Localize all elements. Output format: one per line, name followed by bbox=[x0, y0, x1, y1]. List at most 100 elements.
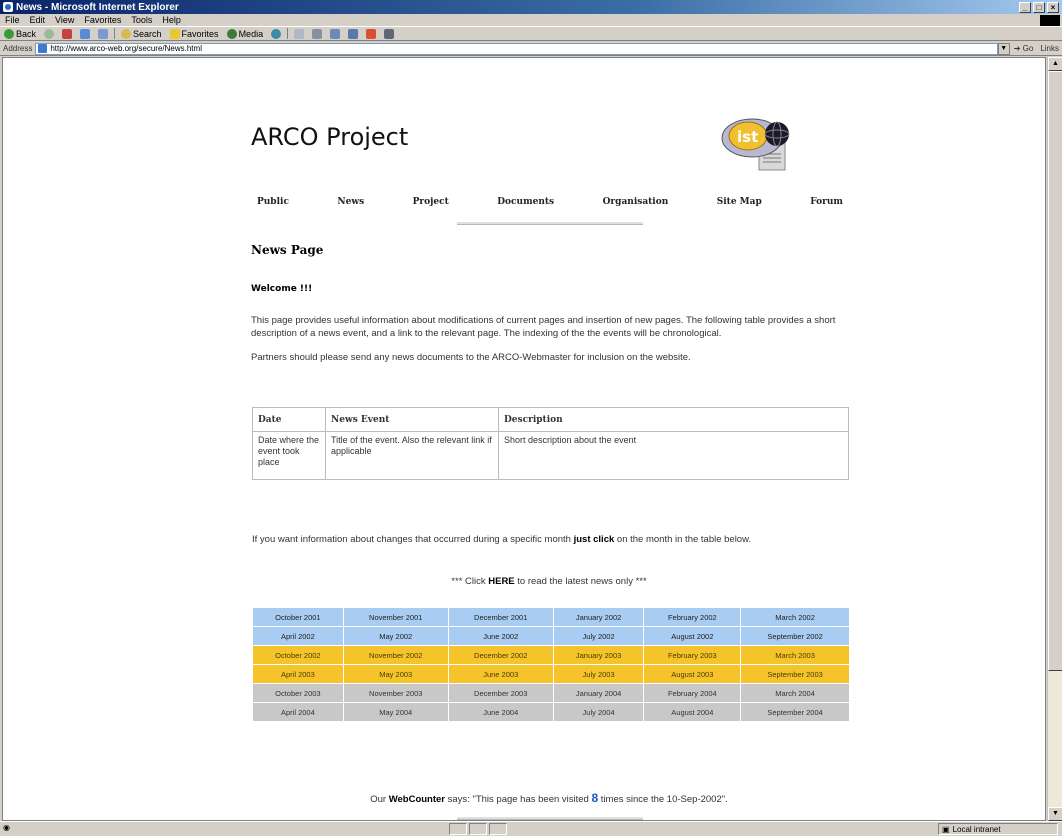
month-info-text: If you want information about changes th… bbox=[252, 534, 574, 545]
ist-logo[interactable]: ist bbox=[715, 112, 805, 174]
month-row: October 2002 November 2002 December 2002… bbox=[252, 645, 850, 665]
minimize-button[interactable]: _ bbox=[1019, 1, 1031, 13]
header-news-event: News Event bbox=[325, 407, 499, 432]
menu-edit[interactable]: Edit bbox=[25, 15, 51, 25]
month-link[interactable]: August 2003 bbox=[643, 664, 742, 684]
month-link[interactable]: September 2003 bbox=[740, 664, 850, 684]
maximize-button[interactable]: □ bbox=[1033, 1, 1045, 13]
month-info-paragraph: If you want information about changes th… bbox=[252, 534, 852, 546]
month-link[interactable]: April 2004 bbox=[252, 702, 344, 722]
home-icon bbox=[98, 28, 109, 39]
menu-view[interactable]: View bbox=[50, 15, 79, 25]
nav-project[interactable]: Project bbox=[413, 197, 449, 207]
go-button[interactable]: ➔ Go bbox=[1010, 44, 1038, 53]
print-button[interactable] bbox=[308, 28, 326, 39]
toolbar: Back Search Favorites Media bbox=[0, 27, 1062, 41]
month-link[interactable]: May 2004 bbox=[342, 702, 449, 722]
nav-site-map[interactable]: Site Map bbox=[717, 197, 762, 207]
address-dropdown-icon[interactable]: ▼ bbox=[997, 42, 1010, 55]
month-link[interactable]: February 2004 bbox=[643, 683, 742, 703]
back-button[interactable]: Back bbox=[0, 28, 40, 39]
menu-tools[interactable]: Tools bbox=[126, 15, 157, 25]
scroll-up-icon[interactable]: ▲ bbox=[1048, 57, 1062, 71]
menu-file[interactable]: File bbox=[0, 15, 25, 25]
month-link[interactable]: August 2002 bbox=[643, 626, 742, 646]
edit-icon bbox=[330, 28, 341, 39]
discuss-button[interactable] bbox=[344, 28, 362, 39]
month-link[interactable]: July 2004 bbox=[552, 702, 645, 722]
month-link[interactable]: July 2002 bbox=[552, 626, 645, 646]
intro-paragraph: This page provides useful information ab… bbox=[251, 315, 836, 339]
messenger-button[interactable] bbox=[362, 28, 380, 39]
page-icon bbox=[38, 44, 48, 53]
month-link[interactable]: February 2002 bbox=[643, 607, 742, 627]
vertical-scrollbar[interactable]: ▲ ▼ bbox=[1047, 57, 1062, 821]
links-button[interactable]: Links bbox=[1037, 44, 1062, 53]
month-link[interactable]: November 2003 bbox=[342, 683, 449, 703]
month-link[interactable]: March 2004 bbox=[740, 683, 850, 703]
toolbar-separator bbox=[287, 28, 289, 39]
research-button[interactable] bbox=[380, 28, 398, 39]
month-link[interactable]: January 2004 bbox=[552, 683, 645, 703]
month-link[interactable]: July 2003 bbox=[552, 664, 645, 684]
month-link[interactable]: May 2003 bbox=[342, 664, 449, 684]
messenger-icon bbox=[366, 28, 377, 39]
month-link[interactable]: November 2001 bbox=[342, 607, 449, 627]
just-click-text: just click bbox=[573, 534, 615, 545]
nav-news[interactable]: News bbox=[337, 197, 364, 207]
home-button[interactable] bbox=[94, 28, 112, 39]
menu-help[interactable]: Help bbox=[157, 15, 186, 25]
search-button[interactable]: Search bbox=[117, 28, 166, 39]
history-button[interactable] bbox=[267, 28, 285, 39]
mail-button[interactable] bbox=[290, 28, 308, 39]
month-link[interactable]: April 2002 bbox=[252, 626, 344, 646]
month-link[interactable]: January 2002 bbox=[552, 607, 645, 627]
menu-favorites[interactable]: Favorites bbox=[79, 15, 126, 25]
month-link[interactable]: December 2001 bbox=[447, 607, 554, 627]
month-link[interactable]: June 2003 bbox=[447, 664, 554, 684]
refresh-icon bbox=[80, 28, 91, 39]
month-link[interactable]: March 2002 bbox=[740, 607, 850, 627]
month-link[interactable]: May 2002 bbox=[342, 626, 449, 646]
month-link[interactable]: November 2002 bbox=[342, 645, 449, 665]
address-input[interactable]: http://www.arco-web.org/secure/News.html bbox=[35, 42, 998, 55]
media-button[interactable]: Media bbox=[223, 28, 268, 39]
nav-public[interactable]: Public bbox=[257, 197, 289, 207]
month-link[interactable]: October 2001 bbox=[252, 607, 344, 627]
cell-news-event: Title of the event. Also the relevant li… bbox=[325, 431, 499, 480]
month-link[interactable]: September 2002 bbox=[740, 626, 850, 646]
forward-button[interactable] bbox=[40, 28, 58, 39]
month-link[interactable]: April 2003 bbox=[252, 664, 344, 684]
month-link[interactable]: January 2003 bbox=[552, 645, 645, 665]
stop-icon bbox=[62, 28, 73, 39]
scroll-thumb[interactable] bbox=[1048, 71, 1062, 671]
month-link[interactable]: September 2004 bbox=[740, 702, 850, 722]
title-bar: News - Microsoft Internet Explorer _ □ × bbox=[0, 0, 1062, 14]
month-link[interactable]: August 2004 bbox=[643, 702, 742, 722]
nav-documents[interactable]: Documents bbox=[497, 197, 554, 207]
nav-forum[interactable]: Forum bbox=[810, 197, 843, 207]
address-url: http://www.arco-web.org/secure/News.html bbox=[50, 44, 202, 53]
favorites-button[interactable]: Favorites bbox=[166, 28, 223, 39]
here-link[interactable]: HERE bbox=[488, 576, 514, 587]
month-link[interactable]: February 2003 bbox=[643, 645, 742, 665]
month-link[interactable]: October 2003 bbox=[252, 683, 344, 703]
nav-divider bbox=[457, 222, 643, 225]
menu-bar: File Edit View Favorites Tools Help bbox=[0, 14, 1062, 27]
month-link[interactable]: March 2003 bbox=[740, 645, 850, 665]
window-title: News - Microsoft Internet Explorer bbox=[16, 1, 179, 13]
stop-button[interactable] bbox=[58, 28, 76, 39]
month-link[interactable]: December 2002 bbox=[447, 645, 554, 665]
month-link[interactable]: October 2002 bbox=[252, 645, 344, 665]
month-link[interactable]: December 2003 bbox=[447, 683, 554, 703]
month-link[interactable]: June 2004 bbox=[447, 702, 554, 722]
refresh-button[interactable] bbox=[76, 28, 94, 39]
webcounter-link[interactable]: WebCounter bbox=[389, 794, 445, 805]
close-button[interactable]: × bbox=[1047, 1, 1059, 13]
month-link[interactable]: June 2002 bbox=[447, 626, 554, 646]
history-icon bbox=[271, 28, 282, 39]
edit-button[interactable] bbox=[326, 28, 344, 39]
nav-organisation[interactable]: Organisation bbox=[603, 197, 669, 207]
scroll-down-icon[interactable]: ▼ bbox=[1048, 807, 1062, 821]
go-label: Go bbox=[1022, 44, 1034, 53]
